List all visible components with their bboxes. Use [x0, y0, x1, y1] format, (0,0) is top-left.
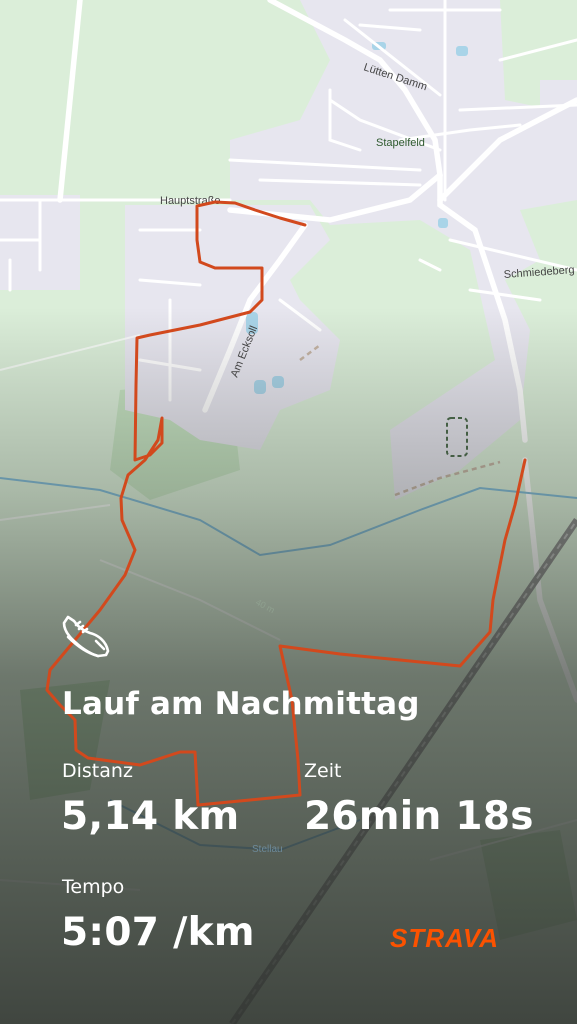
- label-hauptstrasse: Hauptstraße: [160, 195, 221, 207]
- label-stellau: Stellau: [252, 844, 283, 855]
- map-shade: [0, 0, 577, 1024]
- map[interactable]: Lütten Damm Stapelfeld Hauptstraße Schmi…: [0, 0, 577, 1024]
- label-stapelfeld: Stapelfeld: [376, 137, 425, 149]
